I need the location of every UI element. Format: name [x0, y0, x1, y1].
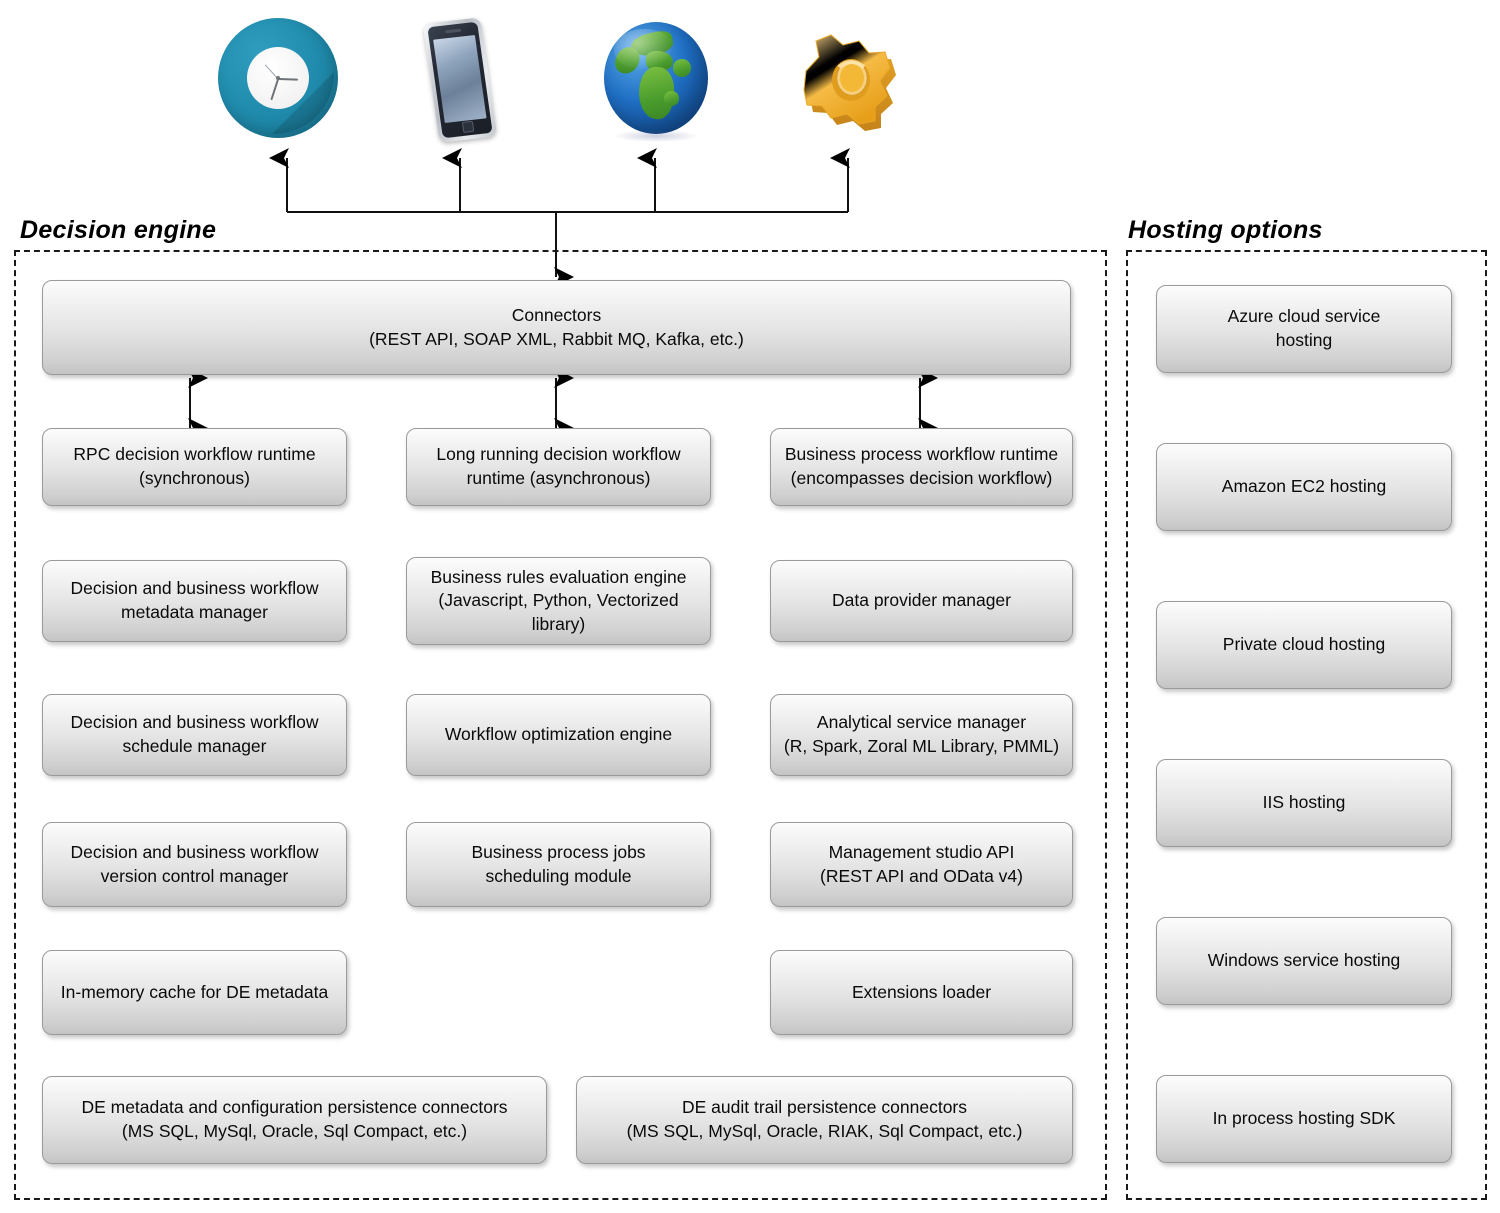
node-amazon-ec2-hosting[interactable]: Amazon EC2 hosting [1156, 443, 1452, 531]
node-workflow-optimization-engine[interactable]: Workflow optimization engine [406, 694, 711, 776]
node-management-studio-api[interactable]: Management studio API (REST API and ODat… [770, 822, 1073, 907]
node-business-process-jobs-scheduling-module[interactable]: Business process jobs scheduling module [406, 822, 711, 907]
mobile-phone-icon [422, 17, 498, 144]
node-azure-cloud-service-hosting[interactable]: Azure cloud service hosting [1156, 285, 1452, 373]
client-channel-icons [0, 0, 1100, 160]
node-de-audit-trail-persistence-connectors[interactable]: DE audit trail persistence connectors (M… [576, 1076, 1073, 1164]
node-de-metadata-configuration-persistence-connectors[interactable]: DE metadata and configuration persistenc… [42, 1076, 547, 1164]
node-connectors[interactable]: Connectors (REST API, SOAP XML, Rabbit M… [42, 280, 1071, 375]
node-business-rules-evaluation-engine[interactable]: Business rules evaluation engine (Javasc… [406, 557, 711, 645]
node-decision-business-workflow-metadata-manager[interactable]: Decision and business workflow metadata … [42, 560, 347, 642]
node-iis-hosting[interactable]: IIS hosting [1156, 759, 1452, 847]
node-extensions-loader[interactable]: Extensions loader [770, 950, 1073, 1035]
node-in-memory-cache-de-metadata[interactable]: In-memory cache for DE metadata [42, 950, 347, 1035]
globe-icon [598, 18, 714, 144]
gear-icon [790, 16, 908, 142]
hosting-options-panel [1126, 250, 1487, 1200]
node-windows-service-hosting[interactable]: Windows service hosting [1156, 917, 1452, 1005]
hosting-options-title: Hosting options [1128, 216, 1323, 244]
node-long-running-decision-workflow-runtime[interactable]: Long running decision workflow runtime (… [406, 428, 711, 506]
node-data-provider-manager[interactable]: Data provider manager [770, 560, 1073, 642]
node-business-process-workflow-runtime[interactable]: Business process workflow runtime (encom… [770, 428, 1073, 506]
node-decision-business-workflow-schedule-manager[interactable]: Decision and business workflow schedule … [42, 694, 347, 776]
node-private-cloud-hosting[interactable]: Private cloud hosting [1156, 601, 1452, 689]
node-decision-business-workflow-version-control-manager[interactable]: Decision and business workflow version c… [42, 822, 347, 907]
node-in-process-hosting-sdk[interactable]: In process hosting SDK [1156, 1075, 1452, 1163]
node-analytical-service-manager[interactable]: Analytical service manager (R, Spark, Zo… [770, 694, 1073, 776]
clock-icon [218, 18, 338, 144]
decision-engine-title: Decision engine [20, 216, 217, 244]
node-rpc-decision-workflow-runtime[interactable]: RPC decision workflow runtime (synchrono… [42, 428, 347, 506]
